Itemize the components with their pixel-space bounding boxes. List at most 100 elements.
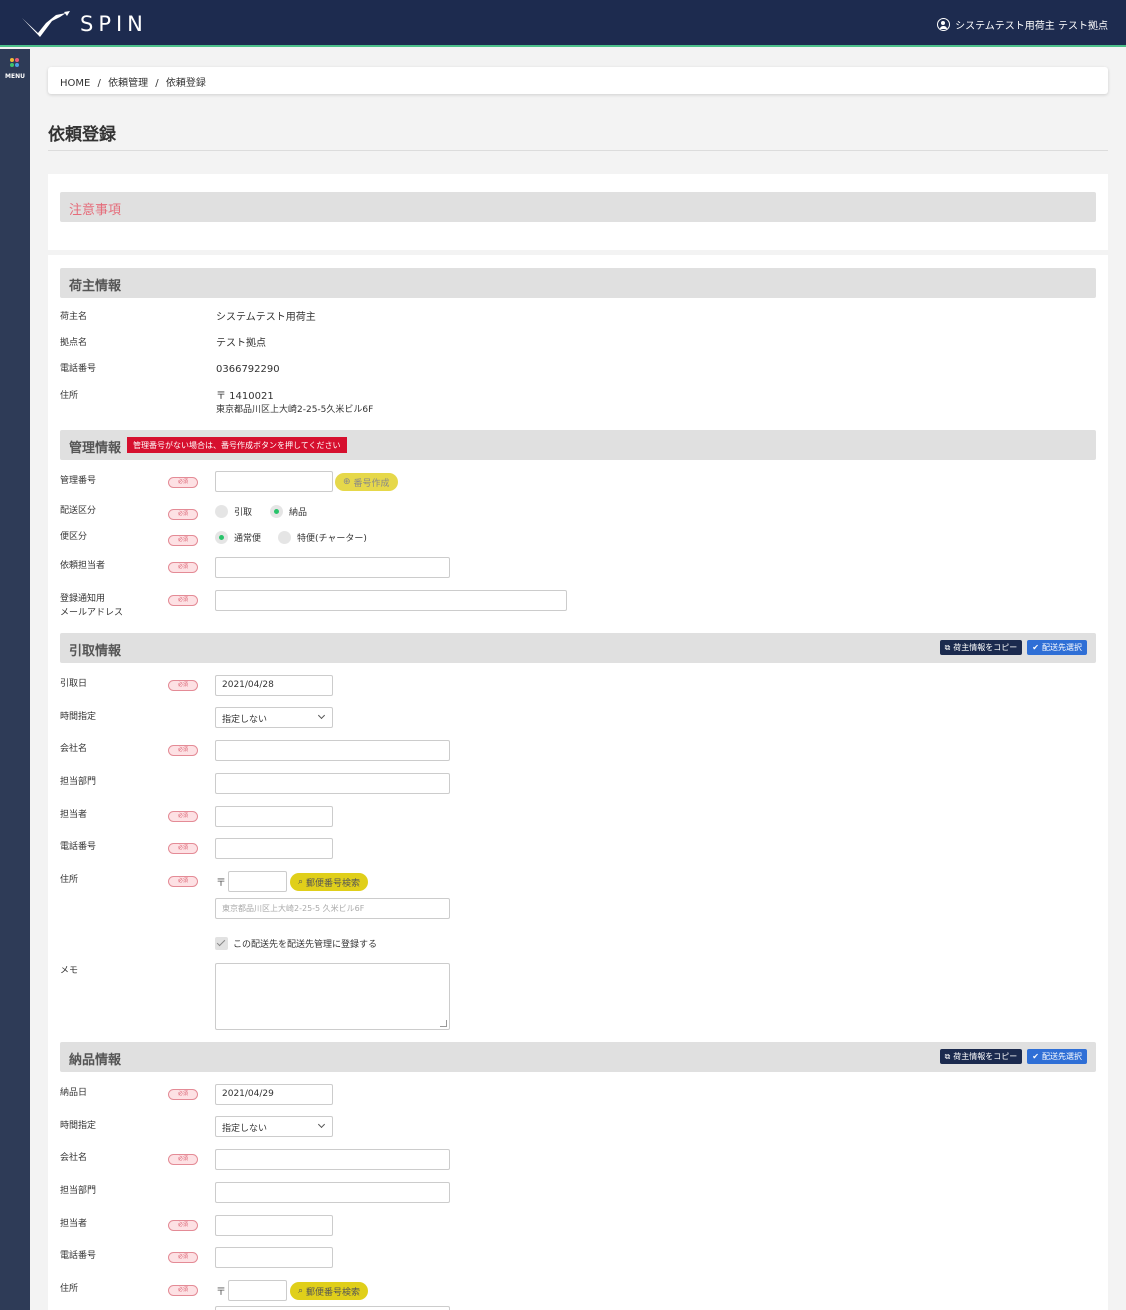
shipper-name-label: 荷主名	[60, 312, 88, 322]
form-card	[48, 255, 1108, 1310]
checkbox-checked-icon	[215, 937, 228, 950]
pickup-address-label: 住所	[60, 875, 79, 885]
radio-regular[interactable]: 通常便	[215, 531, 261, 544]
pickup-section-title: 引取情報	[69, 644, 122, 659]
plus-circle-icon: ⊕	[343, 477, 351, 487]
zip-mark: 〒	[216, 1287, 226, 1298]
pickup-person-label: 担当者	[60, 810, 88, 820]
shipper-tel-value: 0366792290	[216, 364, 280, 375]
zip-mark: 〒	[216, 878, 226, 889]
required-badge: 必須	[168, 745, 198, 756]
required-badge: 必須	[168, 680, 198, 691]
page-title: 依頼登録	[48, 125, 116, 145]
delivery-dept-input[interactable]	[215, 1182, 450, 1203]
pickup-zip-search-button[interactable]: ⌕ 郵便番号検索	[290, 873, 369, 891]
radio-delivery[interactable]: 納品	[270, 505, 307, 518]
pickup-time-select[interactable]: 指定しない	[215, 707, 333, 728]
pickup-person-input[interactable]	[215, 806, 333, 827]
required-badge: 必須	[168, 535, 198, 546]
divider	[48, 150, 1108, 151]
base-name-value: テスト拠点	[216, 338, 266, 349]
breadcrumb-separator: /	[155, 78, 159, 89]
check-icon: ✔	[1032, 1052, 1039, 1061]
delivery-person-label: 担当者	[60, 1219, 88, 1229]
user-name: システムテスト用荷主 テスト拠点	[955, 21, 1108, 32]
delivery-zip-search-button[interactable]: ⌕ 郵便番号検索	[290, 1282, 369, 1300]
required-badge: 必須	[168, 509, 198, 520]
radio-pickup[interactable]: 引取	[215, 505, 252, 518]
management-section-header: 管理情報 管理番号がない場合は、番号作成ボタンを押してください	[60, 430, 1096, 460]
breadcrumb-separator: /	[97, 78, 101, 89]
requester-input[interactable]	[215, 557, 450, 578]
shipper-tel-label: 電話番号	[60, 364, 97, 374]
delivery-type-label: 配送区分	[60, 506, 97, 516]
delivery-zip-input[interactable]	[228, 1280, 287, 1301]
required-badge: 必須	[168, 1154, 198, 1165]
service-type-label: 便区分	[60, 532, 88, 542]
generate-number-button[interactable]: ⊕ 番号作成	[335, 473, 398, 491]
delivery-tel-input[interactable]	[215, 1247, 333, 1268]
chevron-down-icon	[317, 711, 326, 720]
delivery-company-input[interactable]	[215, 1149, 450, 1170]
pickup-company-label: 会社名	[60, 744, 88, 754]
menu-icon[interactable]	[10, 58, 20, 68]
radio-unchecked-icon	[278, 531, 291, 544]
pickup-select-destination-button[interactable]: ✔ 配送先選択	[1027, 640, 1087, 655]
pickup-address-input[interactable]: 東京都品川区上大崎2-25-5 久米ビル6F	[215, 898, 450, 919]
side-menu: MENU	[0, 49, 30, 1310]
required-badge: 必須	[168, 562, 198, 573]
delivery-time-label: 時間指定	[60, 1121, 97, 1131]
shipper-address-value: 東京都品川区上大崎2-25-5久米ビル6F	[216, 405, 374, 415]
delivery-date-label: 納品日	[60, 1088, 88, 1098]
pickup-section-header: 引取情報 ⧉ 荷主情報をコピー ✔ 配送先選択	[60, 633, 1096, 663]
breadcrumb-request-management[interactable]: 依頼管理	[108, 78, 148, 89]
pickup-tel-input[interactable]	[215, 838, 333, 859]
required-badge: 必須	[168, 1089, 198, 1100]
delivery-tel-label: 電話番号	[60, 1251, 97, 1261]
radio-charter[interactable]: 特便(チャーター)	[278, 531, 367, 544]
radio-unchecked-icon	[215, 505, 228, 518]
shipper-zip-value: 〒 1410021	[216, 391, 274, 402]
base-name-label: 拠点名	[60, 338, 88, 348]
pickup-dept-label: 担当部門	[60, 777, 97, 787]
pickup-copy-shipper-button[interactable]: ⧉ 荷主情報をコピー	[939, 640, 1023, 655]
delivery-select-destination-button[interactable]: ✔ 配送先選択	[1027, 1049, 1087, 1064]
pickup-zip-input[interactable]	[228, 871, 287, 892]
email-input[interactable]	[215, 590, 567, 611]
breadcrumb-home[interactable]: HOME	[60, 78, 90, 89]
shipper-section-title: 荷主情報	[69, 279, 122, 294]
radio-checked-icon	[215, 531, 228, 544]
delivery-date-input[interactable]: 2021/04/29	[215, 1084, 333, 1105]
logo-text: SPIN	[80, 12, 148, 36]
user-menu[interactable]: システムテスト用荷主 テスト拠点	[937, 17, 1108, 32]
delivery-company-label: 会社名	[60, 1153, 88, 1163]
required-badge: 必須	[168, 1252, 198, 1263]
email-label-line2: メールアドレス	[60, 608, 124, 618]
delivery-person-input[interactable]	[215, 1215, 333, 1236]
delivery-time-select[interactable]: 指定しない	[215, 1116, 333, 1137]
register-destination-checkbox[interactable]: この配送先を配送先管理に登録する	[215, 937, 377, 950]
required-badge: 必須	[168, 1285, 198, 1296]
pickup-company-input[interactable]	[215, 740, 450, 761]
shipper-address-label: 住所	[60, 391, 79, 401]
required-badge: 必須	[168, 477, 198, 488]
pickup-memo-textarea[interactable]	[215, 963, 450, 1030]
required-badge: 必須	[168, 811, 198, 822]
notice-title: 注意事項	[69, 203, 122, 218]
copy-icon: ⧉	[944, 642, 951, 652]
notice-header: 注意事項	[60, 192, 1096, 222]
search-icon: ⌕	[298, 877, 304, 887]
delivery-address-input[interactable]	[215, 1306, 450, 1310]
top-bar: SPIN システムテスト用荷主 テスト拠点	[0, 0, 1126, 47]
menu-label[interactable]: MENU	[0, 73, 30, 80]
delivery-section-header: 納品情報 ⧉ 荷主情報をコピー ✔ 配送先選択	[60, 1042, 1096, 1072]
required-badge: 必須	[168, 595, 198, 606]
pickup-date-input[interactable]: 2021/04/28	[215, 675, 333, 696]
delivery-copy-shipper-button[interactable]: ⧉ 荷主情報をコピー	[939, 1049, 1023, 1064]
bird-logo-icon	[22, 11, 70, 37]
pickup-time-label: 時間指定	[60, 712, 97, 722]
spin-logo[interactable]: SPIN	[20, 10, 148, 38]
pickup-dept-input[interactable]	[215, 773, 450, 794]
chevron-down-icon	[317, 1120, 326, 1129]
management-number-input[interactable]	[215, 471, 333, 492]
